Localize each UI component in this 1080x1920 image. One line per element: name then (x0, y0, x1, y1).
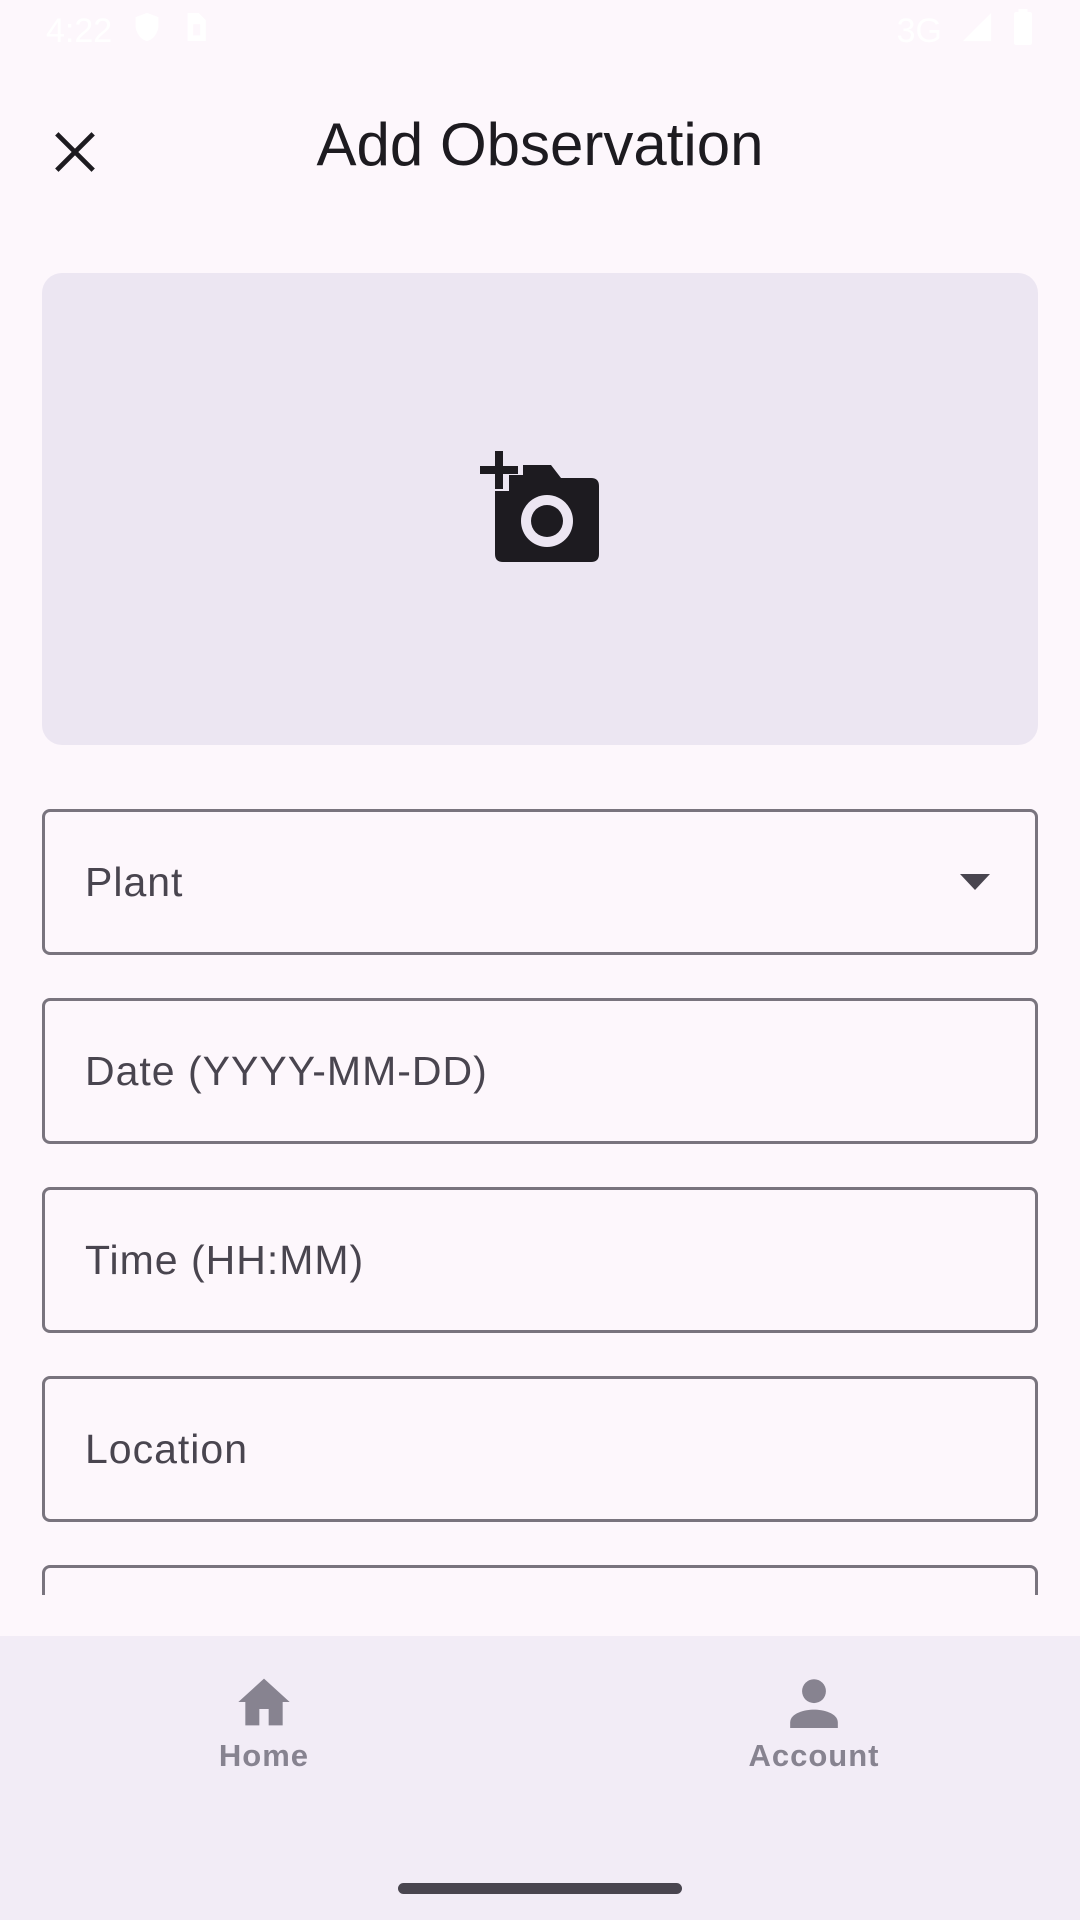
dropdown-arrow-icon (960, 874, 990, 890)
play-protect-icon (130, 10, 164, 53)
date-field[interactable]: Date (YYYY-MM-DD) (42, 998, 1038, 1144)
location-field[interactable]: Location (42, 1376, 1038, 1522)
plant-label: Plant (85, 858, 184, 905)
network-type: 3G (896, 11, 942, 50)
home-indicator[interactable] (398, 1883, 682, 1894)
bottom-navigation: Home Account (0, 1636, 1080, 1920)
signal-icon (960, 10, 994, 53)
nav-item-home[interactable]: Home (134, 1676, 394, 1816)
nav-item-account[interactable]: Account (684, 1676, 944, 1816)
add-photo-icon (480, 451, 599, 562)
status-right: 3G (896, 8, 1034, 54)
sim-icon (182, 10, 210, 53)
account-icon (790, 1679, 838, 1728)
add-photo-card[interactable] (42, 273, 1038, 745)
time-field[interactable]: Time (HH:MM) (42, 1187, 1038, 1333)
page-title: Add Observation (316, 111, 764, 178)
time-label: Time (HH:MM) (85, 1236, 365, 1283)
plant-select[interactable]: Plant (42, 809, 1038, 955)
top-app-bar: Add Observation (0, 80, 1080, 210)
status-time: 4:22 (46, 11, 113, 50)
location-label: Location (85, 1425, 249, 1472)
battery-icon (1012, 8, 1034, 54)
home-icon (238, 1678, 290, 1726)
date-label: Date (YYYY-MM-DD) (85, 1047, 488, 1094)
next-field-partial[interactable] (42, 1565, 1038, 1595)
nav-label-home: Home (218, 1738, 310, 1773)
nav-label-account: Account (748, 1738, 880, 1773)
status-bar: 4:22 3G (0, 0, 1080, 62)
status-left: 4:22 (46, 10, 210, 53)
